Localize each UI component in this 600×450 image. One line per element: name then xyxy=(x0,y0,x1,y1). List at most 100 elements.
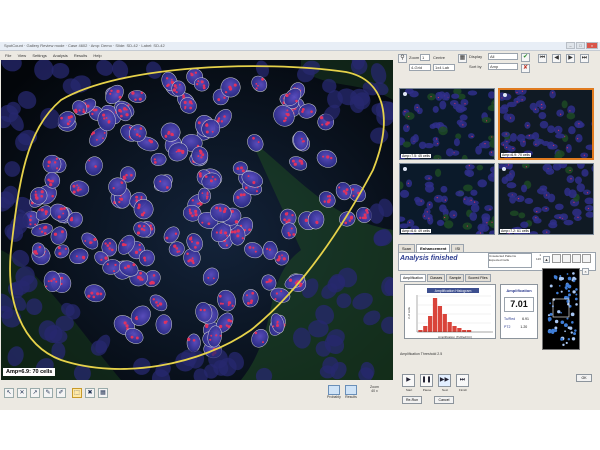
overview-spot xyxy=(560,290,563,293)
thumbnail-signal-dot xyxy=(430,96,432,98)
maximize-button[interactable]: □ xyxy=(576,42,585,49)
reject-icon[interactable]: ✘ xyxy=(521,64,530,73)
overview-close-icon[interactable]: × xyxy=(582,268,589,275)
thumbnail-3[interactable]: Amp=6.6: 49 cells xyxy=(399,163,495,235)
signal-dot xyxy=(323,200,326,203)
probably-label: Probably xyxy=(327,395,341,399)
signal-dot xyxy=(352,194,355,197)
subtab-amplification[interactable]: Amplification xyxy=(400,274,426,282)
signal-dot xyxy=(272,325,275,328)
signal-dot xyxy=(322,155,325,158)
main-image-viewer[interactable]: Amp=6.9: 70 cells xyxy=(1,60,393,380)
signal-dot xyxy=(106,244,110,247)
signal-dot xyxy=(74,109,77,112)
subtab-classes[interactable]: Classes xyxy=(426,274,446,282)
thumbnail-nucleus xyxy=(442,214,449,221)
thumbnail-nucleus xyxy=(565,166,573,174)
pointer-tool-icon[interactable]: ↖ xyxy=(4,388,14,398)
close-button[interactable]: × xyxy=(586,42,598,49)
pause-label: Pause xyxy=(422,388,432,392)
thumbnail-signal-dot xyxy=(512,147,514,150)
thumbnail-nucleus xyxy=(418,141,427,150)
draw-tool-icon[interactable]: ✐ xyxy=(56,388,66,398)
signal-dot xyxy=(82,108,85,111)
nav-first-icon[interactable]: ⏮ xyxy=(538,54,547,63)
signal-dot xyxy=(62,212,65,215)
nav-next-icon[interactable]: ▶ xyxy=(566,54,575,63)
signal-dot xyxy=(319,116,324,120)
signal-dot xyxy=(139,278,142,281)
signal-dot xyxy=(280,290,283,293)
thumbnail-nucleus xyxy=(556,109,565,117)
signal-dot xyxy=(300,161,304,165)
thumbnail-label: Amp=6.6: 49 cells xyxy=(401,229,431,233)
list-scroll-up-icon[interactable]: ▲ xyxy=(543,256,550,263)
signal-dot xyxy=(135,133,139,136)
menu-analysis[interactable]: Analysis xyxy=(53,53,68,58)
zoom-icon[interactable]: ⚲ xyxy=(398,54,407,63)
thumbnail-nucleus xyxy=(441,195,448,203)
view-select[interactable]: 4-Grid xyxy=(409,64,431,71)
pen-tool-icon[interactable]: ✎ xyxy=(43,388,53,398)
cross-tool-icon[interactable]: ✕ xyxy=(17,388,27,398)
menu-help[interactable]: Help xyxy=(93,53,101,58)
signal-dot xyxy=(100,258,103,262)
start-button[interactable]: ▶ xyxy=(402,374,415,387)
nucleus xyxy=(186,333,201,353)
signal-dot xyxy=(29,223,32,226)
subtab-scored-files[interactable]: Scored Files xyxy=(465,274,491,282)
nav-last-icon[interactable]: ⏭ xyxy=(580,54,589,63)
thumbnail-1[interactable]: Amp=7.5: 45 cells xyxy=(399,88,495,160)
select-region-icon[interactable]: ⬚ xyxy=(72,388,82,398)
minimize-button[interactable]: – xyxy=(566,42,575,49)
display-select[interactable]: All xyxy=(488,53,518,60)
tab-isi[interactable]: ISI xyxy=(451,244,465,252)
accept-icon[interactable]: ✔ xyxy=(521,53,530,62)
thumbnail-2[interactable]: Amp=6.9: 70 cells xyxy=(498,88,594,160)
thumbnail-nucleus xyxy=(440,185,448,193)
cancel-button[interactable]: Cancel xyxy=(434,396,454,404)
menu-results[interactable]: Results xyxy=(74,53,87,58)
mini-tool-icon[interactable] xyxy=(552,254,561,263)
thumbnail-signal-dot xyxy=(416,106,418,109)
thumbnail-signal-dot xyxy=(527,125,529,127)
signal-dot xyxy=(227,301,232,305)
tab-enhancement[interactable]: Enhancement xyxy=(416,244,451,252)
thumbnail-4[interactable]: Amp=7.2: 61 cells xyxy=(498,163,594,235)
menu-settings[interactable]: Settings xyxy=(32,53,46,58)
pattern-list[interactable]: Unselected Patterns Expected Cells xyxy=(488,253,532,268)
next-button[interactable]: ▶▶ xyxy=(438,374,451,387)
mini-tool-icon[interactable] xyxy=(582,254,591,263)
finish-button[interactable]: ⏭ xyxy=(456,374,469,387)
subtab-sample[interactable]: Sample xyxy=(446,274,465,282)
menu-file[interactable]: File xyxy=(5,53,11,58)
thumbnail-signal-dot xyxy=(546,231,548,233)
signal-dot xyxy=(205,325,209,329)
thumbnail-nucleus xyxy=(436,219,445,227)
signal-dot xyxy=(310,110,313,113)
signal-dot xyxy=(295,99,298,103)
sort-select[interactable]: Amp xyxy=(488,63,518,70)
delete-tool-icon[interactable]: ✖ xyxy=(85,388,95,398)
layout-select[interactable]: 1x4 Lab xyxy=(433,64,455,71)
mini-tool-icon[interactable] xyxy=(562,254,571,263)
pause-button[interactable]: ❚❚ xyxy=(420,374,433,387)
layers-tool-icon[interactable]: ▦ xyxy=(98,388,108,398)
thumbnail-signal-dot xyxy=(485,120,488,122)
thumbnail-signal-dot xyxy=(409,221,411,223)
arrow-tool-icon[interactable]: ↗ xyxy=(30,388,40,398)
tab-scan[interactable]: Scan xyxy=(398,244,416,252)
rerun-button[interactable]: Re-Run xyxy=(402,396,422,404)
slide-overview[interactable] xyxy=(542,268,580,350)
nav-prev-icon[interactable]: ◀ xyxy=(552,54,561,63)
signal-dot xyxy=(188,210,191,213)
mini-tool-icon[interactable] xyxy=(572,254,581,263)
signal-dot xyxy=(34,223,37,226)
ok-button[interactable]: OK xyxy=(576,374,592,382)
menu-view[interactable]: View xyxy=(18,53,27,58)
list-item[interactable]: Expected Cells xyxy=(489,258,531,262)
zoom-field[interactable]: 1 xyxy=(420,54,430,61)
probably-button[interactable]: Probably xyxy=(327,385,341,399)
grid-icon[interactable]: ▦ xyxy=(458,54,467,63)
results-button[interactable]: Results xyxy=(345,385,357,399)
